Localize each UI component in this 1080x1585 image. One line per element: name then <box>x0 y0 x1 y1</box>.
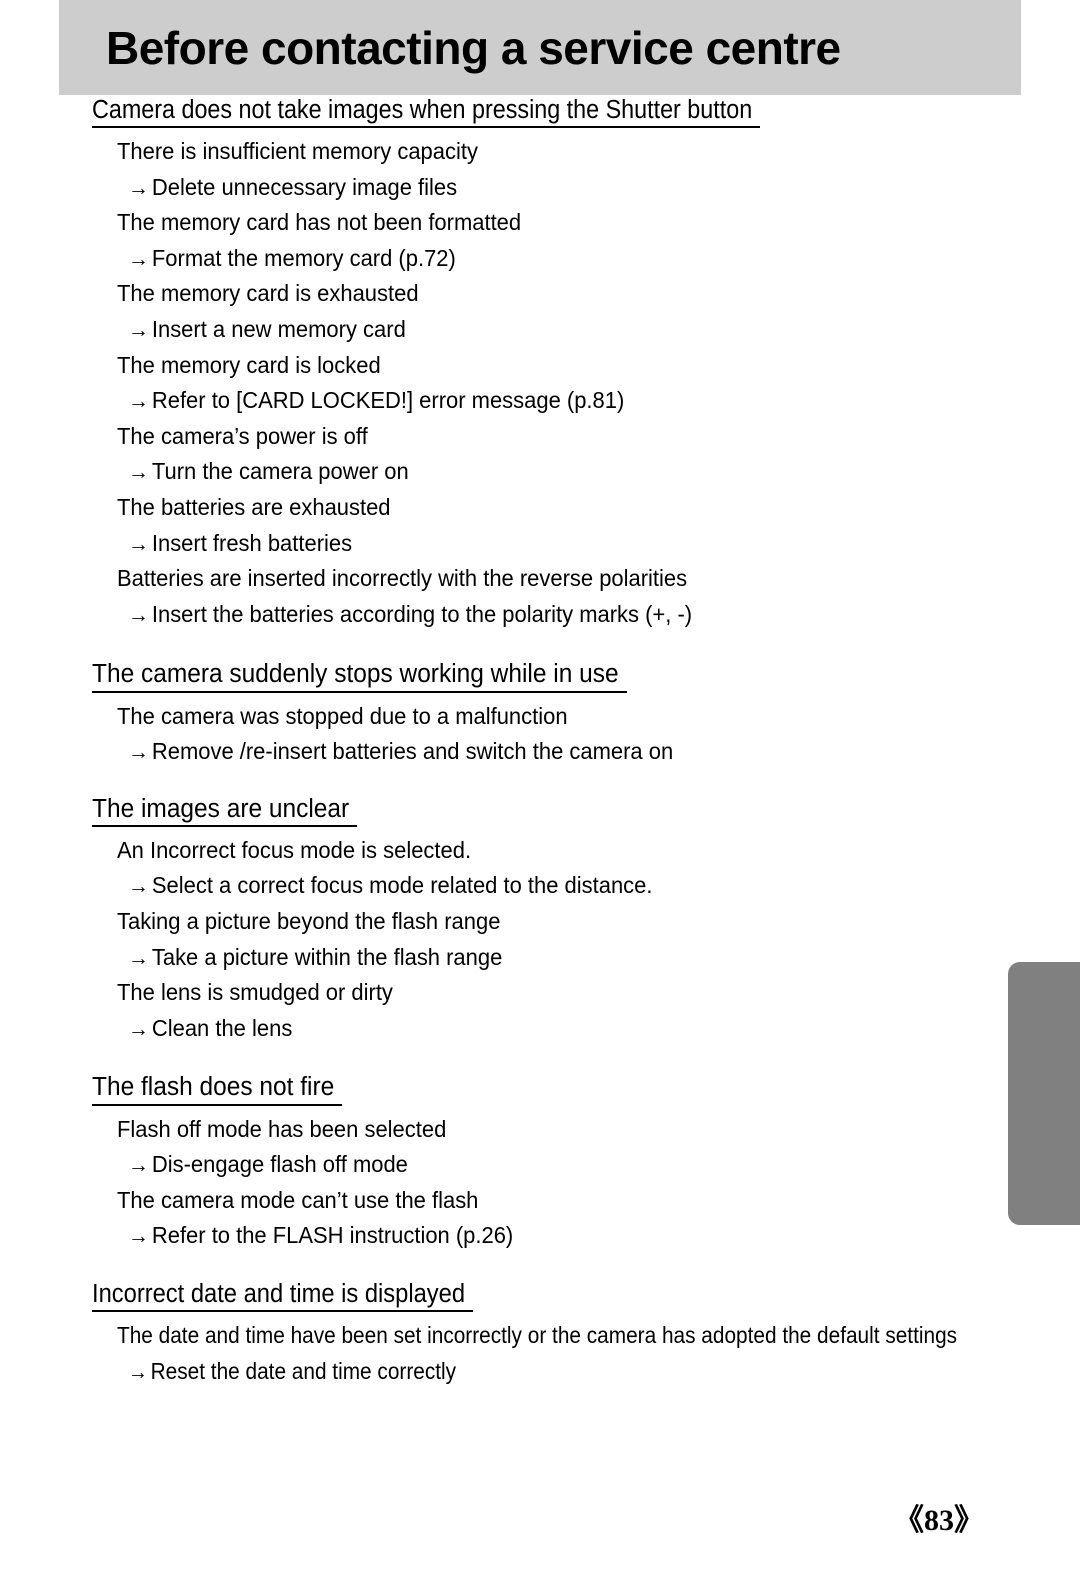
section-heading: The images are unclear <box>92 794 350 823</box>
section-heading-wrap: The flash does not fire <box>0 1072 1080 1103</box>
section-unclear: The images are unclear An Incorrect focus… <box>0 794 1080 1047</box>
arrow-right-icon: → <box>128 739 150 765</box>
section-stops: The camera suddenly stops working while … <box>0 659 1080 769</box>
remedy-text: Insert fresh batteries <box>151 529 353 556</box>
remedy-text: Insert the batteries according to the po… <box>151 600 693 627</box>
cause-text: The memory card is locked <box>117 351 381 378</box>
cause-text: The camera was stopped due to a malfunct… <box>117 702 568 729</box>
cause-text: Taking a picture beyond the flash range <box>117 908 501 935</box>
remedy-text: Take a picture within the flash range <box>151 943 503 970</box>
cause-text: There is insufficient memory capacity <box>117 138 478 165</box>
section-shutter: Camera does not take images when pressin… <box>0 95 1080 632</box>
remedy-line: → Delete unnecessary image files <box>128 170 1037 206</box>
page-title: Before contacting a service centre <box>106 21 841 74</box>
section-heading-wrap: Incorrect date and time is displayed <box>0 1279 1080 1310</box>
section-heading-underline <box>92 1309 474 1312</box>
troubleshooting-content: Camera does not take images when pressin… <box>0 95 1080 1389</box>
cause-text: Flash off mode has been selected <box>117 1115 447 1142</box>
remedy-line: → Turn the camera power on <box>128 454 1037 490</box>
remedy-line: → Insert fresh batteries <box>128 526 1037 562</box>
arrow-right-icon: → <box>128 1223 150 1249</box>
arrow-right-icon: → <box>128 530 150 556</box>
section-items: The date and time have been set incorrec… <box>0 1318 1080 1389</box>
section-flash: The flash does not fire Flash off mode ha… <box>0 1072 1080 1253</box>
arrow-right-icon: → <box>128 174 150 200</box>
cause-text: Batteries are inserted incorrectly with … <box>117 565 688 592</box>
remedy-line: → Reset the date and time correctly <box>128 1354 990 1390</box>
section-items: Flash off mode has been selected → Dis-eng… <box>0 1112 1080 1254</box>
arrow-right-icon: → <box>128 245 150 271</box>
arrow-right-icon: → <box>128 1152 150 1178</box>
remedy-line: → Format the memory card (p.72) <box>128 241 1037 277</box>
page-number: 《83》 <box>894 1504 984 1537</box>
cause-text: The lens is smudged or dirty <box>117 979 393 1006</box>
remedy-line: → Refer to [CARD LOCKED!] error message (… <box>128 383 1037 419</box>
section-heading-wrap: Camera does not take images when pressin… <box>0 95 1080 126</box>
section-heading: Incorrect date and time is displayed <box>92 1279 466 1308</box>
remedy-line: → Insert the batteries according to the p… <box>128 597 1037 633</box>
remedy-line: → Insert a new memory card <box>128 312 1037 348</box>
remedy-text: Clean the lens <box>151 1014 293 1041</box>
remedy-line: → Dis-engage flash off mode <box>128 1147 1037 1183</box>
section-heading-underline <box>92 126 761 129</box>
remedy-text: Refer to [CARD LOCKED!] error message (p… <box>151 387 625 414</box>
cause-text: The camera mode can’t use the flash <box>117 1186 479 1213</box>
arrow-right-icon: → <box>128 459 150 485</box>
arrow-right-icon: → <box>128 873 150 899</box>
section-items: There is insufficient memory capacity → De… <box>0 134 1080 632</box>
arrow-right-icon: → <box>128 944 150 970</box>
section-heading: The flash does not fire <box>92 1073 335 1102</box>
remedy-line: → Select a correct focus mode related to … <box>128 868 1037 904</box>
remedy-text: Reset the date and time correctly <box>150 1357 457 1384</box>
section-heading: The camera suddenly stops working while … <box>92 660 619 689</box>
remedy-line: → Take a picture within the flash range <box>128 940 1037 976</box>
section-heading-underline <box>92 690 627 693</box>
cause-text: The camera’s power is off <box>117 422 368 449</box>
remedy-text: Turn the camera power on <box>151 458 409 485</box>
section-heading-underline <box>92 824 358 827</box>
section-heading-wrap: The images are unclear <box>0 794 1080 825</box>
remedy-text: Remove /re-insert batteries and switch t… <box>151 738 674 765</box>
remedy-text: Refer to the FLASH instruction (p.26) <box>151 1222 514 1249</box>
remedy-line: → Refer to the FLASH instruction (p.26) <box>128 1218 1037 1254</box>
section-items: The camera was stopped due to a malfunct… <box>0 699 1080 770</box>
remedy-text: Dis-engage flash off mode <box>151 1151 408 1178</box>
section-heading: Camera does not take images when pressin… <box>92 96 753 124</box>
cause-text: The batteries are exhausted <box>117 494 391 521</box>
section-items: An Incorrect focus mode is selected. → Sel… <box>0 833 1080 1047</box>
arrow-right-icon: → <box>128 1015 150 1041</box>
cause-text: An Incorrect focus mode is selected. <box>117 836 472 863</box>
remedy-text: Select a correct focus mode related to t… <box>151 872 653 899</box>
arrow-right-icon: → <box>128 388 150 414</box>
remedy-text: Insert a new memory card <box>151 316 406 343</box>
remedy-text: Delete unnecessary image files <box>151 173 458 200</box>
section-heading-underline <box>92 1103 343 1106</box>
arrow-right-icon: → <box>128 1358 148 1384</box>
section-datetime: Incorrect date and time is displayed The … <box>0 1279 1080 1389</box>
cause-text: The memory card is exhausted <box>117 280 419 307</box>
cause-text: The memory card has not been formatted <box>117 209 522 236</box>
cause-text: The date and time have been set incorrec… <box>117 1321 958 1348</box>
remedy-text: Format the memory card (p.72) <box>151 244 456 271</box>
remedy-line: → Clean the lens <box>128 1011 1037 1047</box>
remedy-line: → Remove /re-insert batteries and switch … <box>128 734 1037 770</box>
page-header-band: Before contacting a service centre <box>59 0 1021 95</box>
section-heading-wrap: The camera suddenly stops working while … <box>0 659 1080 690</box>
arrow-right-icon: → <box>128 317 150 343</box>
arrow-right-icon: → <box>128 601 150 627</box>
